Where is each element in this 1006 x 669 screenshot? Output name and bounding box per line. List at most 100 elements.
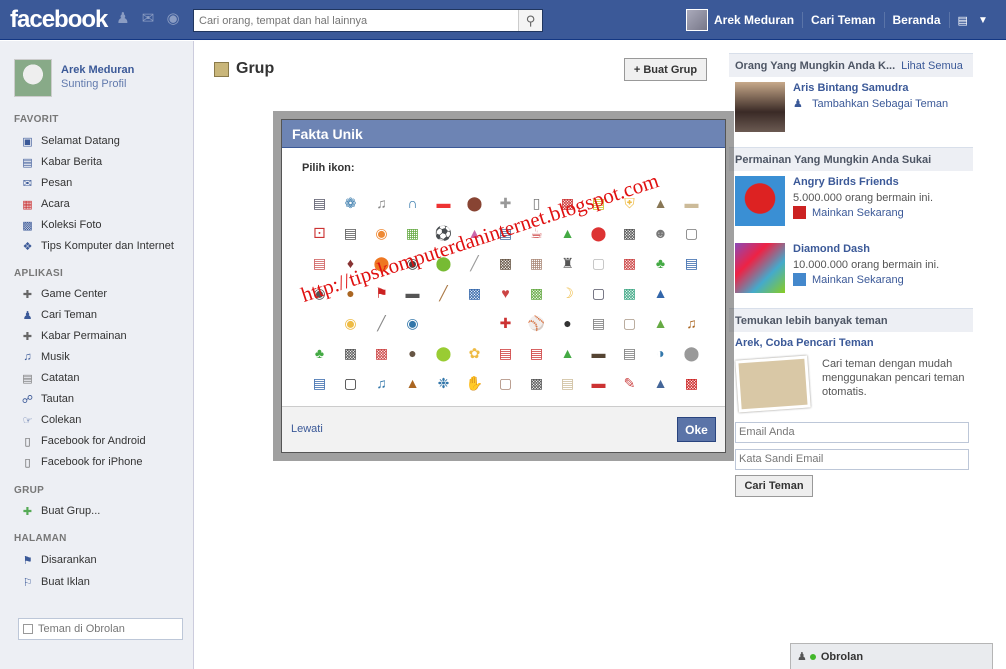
case-icon[interactable]: ▩ bbox=[490, 248, 521, 278]
sidebar-item-notes[interactable]: ▤ Catatan bbox=[20, 369, 79, 387]
blank-icon[interactable]: ▢ bbox=[304, 308, 335, 338]
sidebar-item-game-center[interactable]: ✚ Game Center bbox=[20, 285, 107, 303]
bulb-icon[interactable]: ◉ bbox=[335, 308, 366, 338]
find-friends-button[interactable]: Cari Teman bbox=[735, 475, 813, 497]
paw-icon[interactable]: ● bbox=[397, 338, 428, 368]
play-now-link[interactable]: Mainkan Sekarang bbox=[793, 206, 904, 219]
chat-search-input[interactable]: Teman di Obrolan bbox=[18, 618, 183, 640]
bucket-icon[interactable]: ▩ bbox=[614, 248, 645, 278]
openbook-icon[interactable]: ▤ bbox=[583, 308, 614, 338]
sidebar-item-android[interactable]: ▯ Facebook for Android bbox=[20, 432, 145, 450]
guitar-icon[interactable]: ♫ bbox=[366, 188, 397, 218]
suggested-person-name[interactable]: Aris Bintang Samudra bbox=[793, 82, 909, 94]
car-icon[interactable]: ▩ bbox=[459, 278, 490, 308]
friend-requests-icon[interactable]: ♟ bbox=[114, 11, 132, 27]
blank-icon[interactable]: ▢ bbox=[428, 308, 459, 338]
account-settings-icon[interactable]: ▼ bbox=[978, 15, 988, 26]
flower-icon[interactable]: ✿ bbox=[459, 338, 490, 368]
sidebar-item-tips-page[interactable]: ❖ Tips Komputer dan Internet bbox=[20, 237, 174, 255]
email-field[interactable]: Email Anda bbox=[735, 422, 969, 443]
baseball-icon[interactable]: ⚾ bbox=[521, 308, 552, 338]
sidebar-item-news-feed[interactable]: ▤ Kabar Berita bbox=[20, 153, 102, 171]
dice-icon[interactable]: ⚀ bbox=[304, 218, 335, 248]
profile-link[interactable]: Arek Meduran bbox=[714, 13, 794, 27]
ok-button[interactable]: Oke bbox=[677, 417, 716, 442]
laptop-icon[interactable]: ▤ bbox=[304, 188, 335, 218]
castle-icon[interactable]: ♜ bbox=[552, 248, 583, 278]
sidebar-item-photos[interactable]: ▩ Koleksi Foto bbox=[20, 216, 101, 234]
wave-icon[interactable]: ◑ bbox=[645, 338, 676, 368]
glasses-icon[interactable]: ● bbox=[552, 308, 583, 338]
feather-icon[interactable]: ❁ bbox=[335, 188, 366, 218]
tennis-icon[interactable]: ⬤ bbox=[428, 338, 459, 368]
guitar-icon[interactable]: ♫ bbox=[676, 308, 707, 338]
blank-icon[interactable]: ▢ bbox=[676, 278, 707, 308]
hockey-icon[interactable]: ╱ bbox=[428, 278, 459, 308]
see-all-link[interactable]: Lihat Semua bbox=[901, 60, 963, 72]
angry-birds-icon[interactable] bbox=[735, 176, 785, 226]
oven-icon[interactable]: ▩ bbox=[335, 338, 366, 368]
statue-icon[interactable]: ▲ bbox=[645, 368, 676, 398]
dove-icon[interactable]: ❉ bbox=[428, 368, 459, 398]
game-name-angry-birds[interactable]: Angry Birds Friends bbox=[793, 176, 899, 188]
profile-picture[interactable] bbox=[14, 59, 52, 97]
facebook-logo[interactable]: facebook bbox=[10, 6, 108, 34]
sidebar-item-suggested[interactable]: ⚑ Disarankan bbox=[20, 551, 97, 569]
frame-icon[interactable]: ▢ bbox=[676, 218, 707, 248]
cake-icon[interactable]: ▩ bbox=[366, 338, 397, 368]
cup-icon[interactable]: ▩ bbox=[676, 368, 707, 398]
microscope-icon[interactable]: ▲ bbox=[645, 278, 676, 308]
masks-icon[interactable]: ☻ bbox=[645, 218, 676, 248]
sidebar-item-game-feed[interactable]: ✚ Kabar Permainan bbox=[20, 327, 127, 345]
rock-icon[interactable]: ✋ bbox=[459, 368, 490, 398]
game-name-diamond-dash[interactable]: Diamond Dash bbox=[793, 243, 870, 255]
edit-profile-link[interactable]: Sunting Profil bbox=[61, 78, 134, 90]
rainbow-icon[interactable]: ▬ bbox=[428, 188, 459, 218]
sidebar-item-create-group[interactable]: ✚ Buat Grup... bbox=[20, 502, 100, 520]
dumbbell-icon[interactable]: ▬ bbox=[397, 278, 428, 308]
ticket-icon[interactable]: ▤ bbox=[521, 338, 552, 368]
create-group-button[interactable]: + Buat Grup bbox=[624, 58, 707, 81]
note-icon[interactable]: ▢ bbox=[614, 308, 645, 338]
couch-icon[interactable]: ▩ bbox=[521, 368, 552, 398]
sidebar-item-links[interactable]: ☍ Tautan bbox=[20, 390, 74, 408]
diamond-dash-icon[interactable] bbox=[735, 243, 785, 293]
pencil-icon[interactable]: ╱ bbox=[366, 308, 397, 338]
globe-icon[interactable]: ◉ bbox=[397, 308, 428, 338]
shoe-icon[interactable]: ▬ bbox=[583, 368, 614, 398]
notes-icon[interactable]: ♫ bbox=[366, 368, 397, 398]
play-now-link[interactable]: Mainkan Sekarang bbox=[793, 273, 904, 286]
add-friend-link[interactable]: ♟ Tambahkan Sebagai Teman bbox=[793, 97, 948, 111]
ball-icon[interactable]: ⬤ bbox=[676, 338, 707, 368]
sidebar-item-messages[interactable]: ✉ Pesan bbox=[20, 174, 72, 192]
home-link[interactable]: Beranda bbox=[893, 13, 941, 27]
messages-icon[interactable]: ✉ bbox=[139, 11, 157, 27]
profile-block[interactable]: Arek Meduran Sunting Profil bbox=[14, 59, 134, 97]
mustache-icon[interactable]: ▬ bbox=[583, 338, 614, 368]
profile-name[interactable]: Arek Meduran bbox=[61, 64, 134, 76]
plant-icon[interactable]: ♣ bbox=[304, 338, 335, 368]
picture-icon[interactable]: ▦ bbox=[521, 248, 552, 278]
privacy-shortcuts-icon[interactable]: ▤ bbox=[958, 14, 968, 27]
notifications-globe-icon[interactable]: ◉ bbox=[164, 11, 182, 27]
bank-icon[interactable]: ▤ bbox=[614, 338, 645, 368]
blank-icon[interactable]: ▢ bbox=[459, 308, 490, 338]
chat-bar[interactable]: ♟ Obrolan bbox=[790, 643, 993, 669]
mountain-icon[interactable]: ▲ bbox=[645, 308, 676, 338]
film-icon[interactable]: ▩ bbox=[614, 218, 645, 248]
sidebar-item-music[interactable]: ♫ Musik bbox=[20, 348, 69, 366]
fish-icon[interactable]: ◉ bbox=[366, 218, 397, 248]
avatar[interactable] bbox=[686, 9, 708, 31]
sidebar-item-create-ad[interactable]: ⚐ Buat Iklan bbox=[20, 573, 90, 591]
firstaid-icon[interactable]: ✚ bbox=[490, 308, 521, 338]
email-password-field[interactable]: Kata Sandi Email bbox=[735, 449, 969, 470]
search-icon[interactable]: ⚲ bbox=[518, 10, 542, 31]
football-icon[interactable]: ⬤ bbox=[459, 188, 490, 218]
chip-icon[interactable]: ▩ bbox=[521, 278, 552, 308]
sidebar-item-events[interactable]: ▦ Acara bbox=[20, 195, 69, 213]
find-friends-link[interactable]: Cari Teman bbox=[811, 13, 875, 27]
blank-icon[interactable]: ▢ bbox=[583, 248, 614, 278]
frame2-icon[interactable]: ▢ bbox=[490, 368, 521, 398]
flowchart-icon[interactable]: ▩ bbox=[614, 278, 645, 308]
tree-icon[interactable]: ♣ bbox=[645, 248, 676, 278]
